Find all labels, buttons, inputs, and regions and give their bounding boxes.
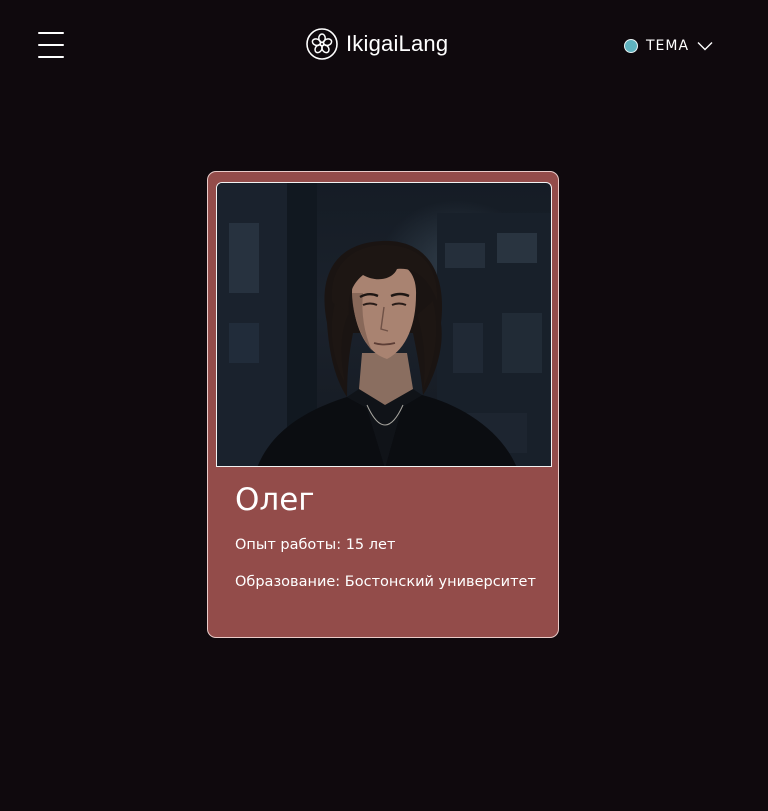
theme-selector[interactable]: ТЕМА (624, 36, 713, 56)
brand-link[interactable]: IkigaiLang (306, 27, 448, 61)
education-text: Образование: Бостонский университет (235, 574, 536, 590)
person-name: Олег (235, 482, 315, 518)
hamburger-menu-icon[interactable] (38, 31, 64, 59)
person-photo (216, 182, 552, 467)
menu-line (38, 32, 64, 34)
menu-line (38, 44, 64, 46)
teacher-card[interactable]: Олег Опыт работы: 15 лет Образование: Бо… (207, 171, 559, 638)
theme-color-dot (624, 39, 638, 53)
chevron-down-icon (697, 42, 713, 51)
menu-line (38, 56, 64, 58)
experience-text: Опыт работы: 15 лет (235, 537, 396, 553)
flower-logo-icon (306, 28, 338, 60)
header: IkigaiLang ТЕМА (0, 0, 768, 90)
theme-label: ТЕМА (646, 38, 690, 54)
person-photo-illustration (217, 183, 551, 466)
brand-name: IkigaiLang (346, 31, 449, 56)
